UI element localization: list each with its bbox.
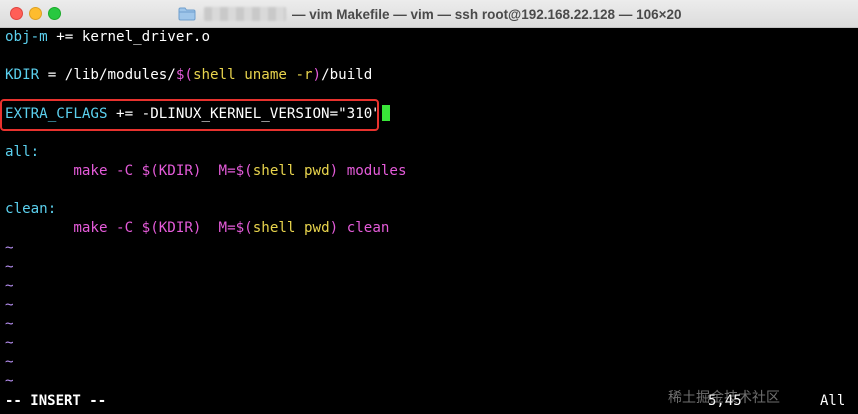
empty-line-tilde: ~ — [5, 354, 14, 370]
empty-line-tilde: ~ — [5, 335, 14, 351]
buffer-line-3: KDIR = /lib/modules/$(shell uname -r)/bu… — [5, 66, 372, 85]
modules-arg: modules — [338, 163, 407, 179]
make-command: make -C — [5, 163, 142, 179]
shell-close-paren: ) — [329, 220, 339, 236]
m-assign: M= — [201, 163, 236, 179]
close-window-button[interactable] — [10, 7, 23, 20]
all-target: all: — [5, 144, 40, 160]
uname-command: uname -r — [244, 67, 313, 83]
clean-arg: clean — [338, 220, 390, 236]
insert-mode-indicator: -- INSERT -- — [5, 393, 107, 409]
redacted-hostname — [204, 7, 286, 21]
vim-buffer[interactable]: obj-m += kernel_driver.o KDIR = /lib/mod… — [0, 28, 858, 414]
empty-line-tilde: ~ — [5, 259, 14, 275]
shell-keyword: shell — [192, 67, 236, 83]
shell-open-paren: $( — [235, 163, 253, 179]
title-bar: — vim Makefile — vim — ssh root@192.168.… — [0, 0, 858, 28]
empty-line-tilde: ~ — [5, 278, 14, 294]
kdir-ref: $(KDIR) — [141, 220, 202, 236]
make-command: make -C — [5, 220, 142, 236]
build-suffix: /build — [321, 67, 373, 83]
buffer-line-7: all: — [5, 143, 39, 162]
obj-m-variable: obj-m — [5, 29, 48, 45]
empty-line-tilde: ~ — [5, 373, 14, 389]
shell-close-paren: ) — [312, 67, 322, 83]
empty-line-tilde: ~ — [5, 297, 14, 313]
empty-line-tilde: ~ — [5, 240, 14, 256]
empty-line-tilde: ~ — [5, 316, 14, 332]
text-cursor — [381, 105, 390, 121]
shell-keyword: shell — [252, 163, 296, 179]
clean-target: clean: — [5, 201, 57, 217]
window-title: — vim Makefile — vim — ssh root@192.168.… — [292, 6, 682, 22]
terminal-window: — vim Makefile — vim — ssh root@192.168.… — [0, 0, 858, 414]
pwd-command: pwd — [304, 163, 330, 179]
zoom-window-button[interactable] — [48, 7, 61, 20]
highlight-annotation-box — [0, 99, 379, 131]
scroll-indicator: All — [820, 393, 846, 409]
pwd-command: pwd — [304, 220, 330, 236]
shell-open-paren: $( — [175, 67, 193, 83]
kdir-path: = /lib/modules/ — [39, 67, 176, 83]
obj-m-value: += kernel_driver.o — [47, 29, 211, 45]
buffer-line-10: clean: — [5, 200, 56, 219]
shell-open-paren: $( — [235, 220, 253, 236]
buffer-line-8: make -C $(KDIR) M=$(shell pwd) modules — [5, 162, 407, 181]
buffer-line-1: obj-m += kernel_driver.o — [5, 28, 210, 47]
folder-icon — [178, 7, 196, 21]
shell-close-paren: ) — [329, 163, 339, 179]
minimize-window-button[interactable] — [29, 7, 42, 20]
kdir-ref: $(KDIR) — [141, 163, 202, 179]
kdir-variable: KDIR — [5, 67, 40, 83]
shell-keyword: shell — [252, 220, 296, 236]
window-title-area: — vim Makefile — vim — ssh root@192.168.… — [178, 0, 682, 28]
watermark-text: 稀土掘金技术社区 — [668, 390, 780, 406]
buffer-line-11: make -C $(KDIR) M=$(shell pwd) clean — [5, 219, 389, 238]
m-assign: M= — [201, 220, 236, 236]
